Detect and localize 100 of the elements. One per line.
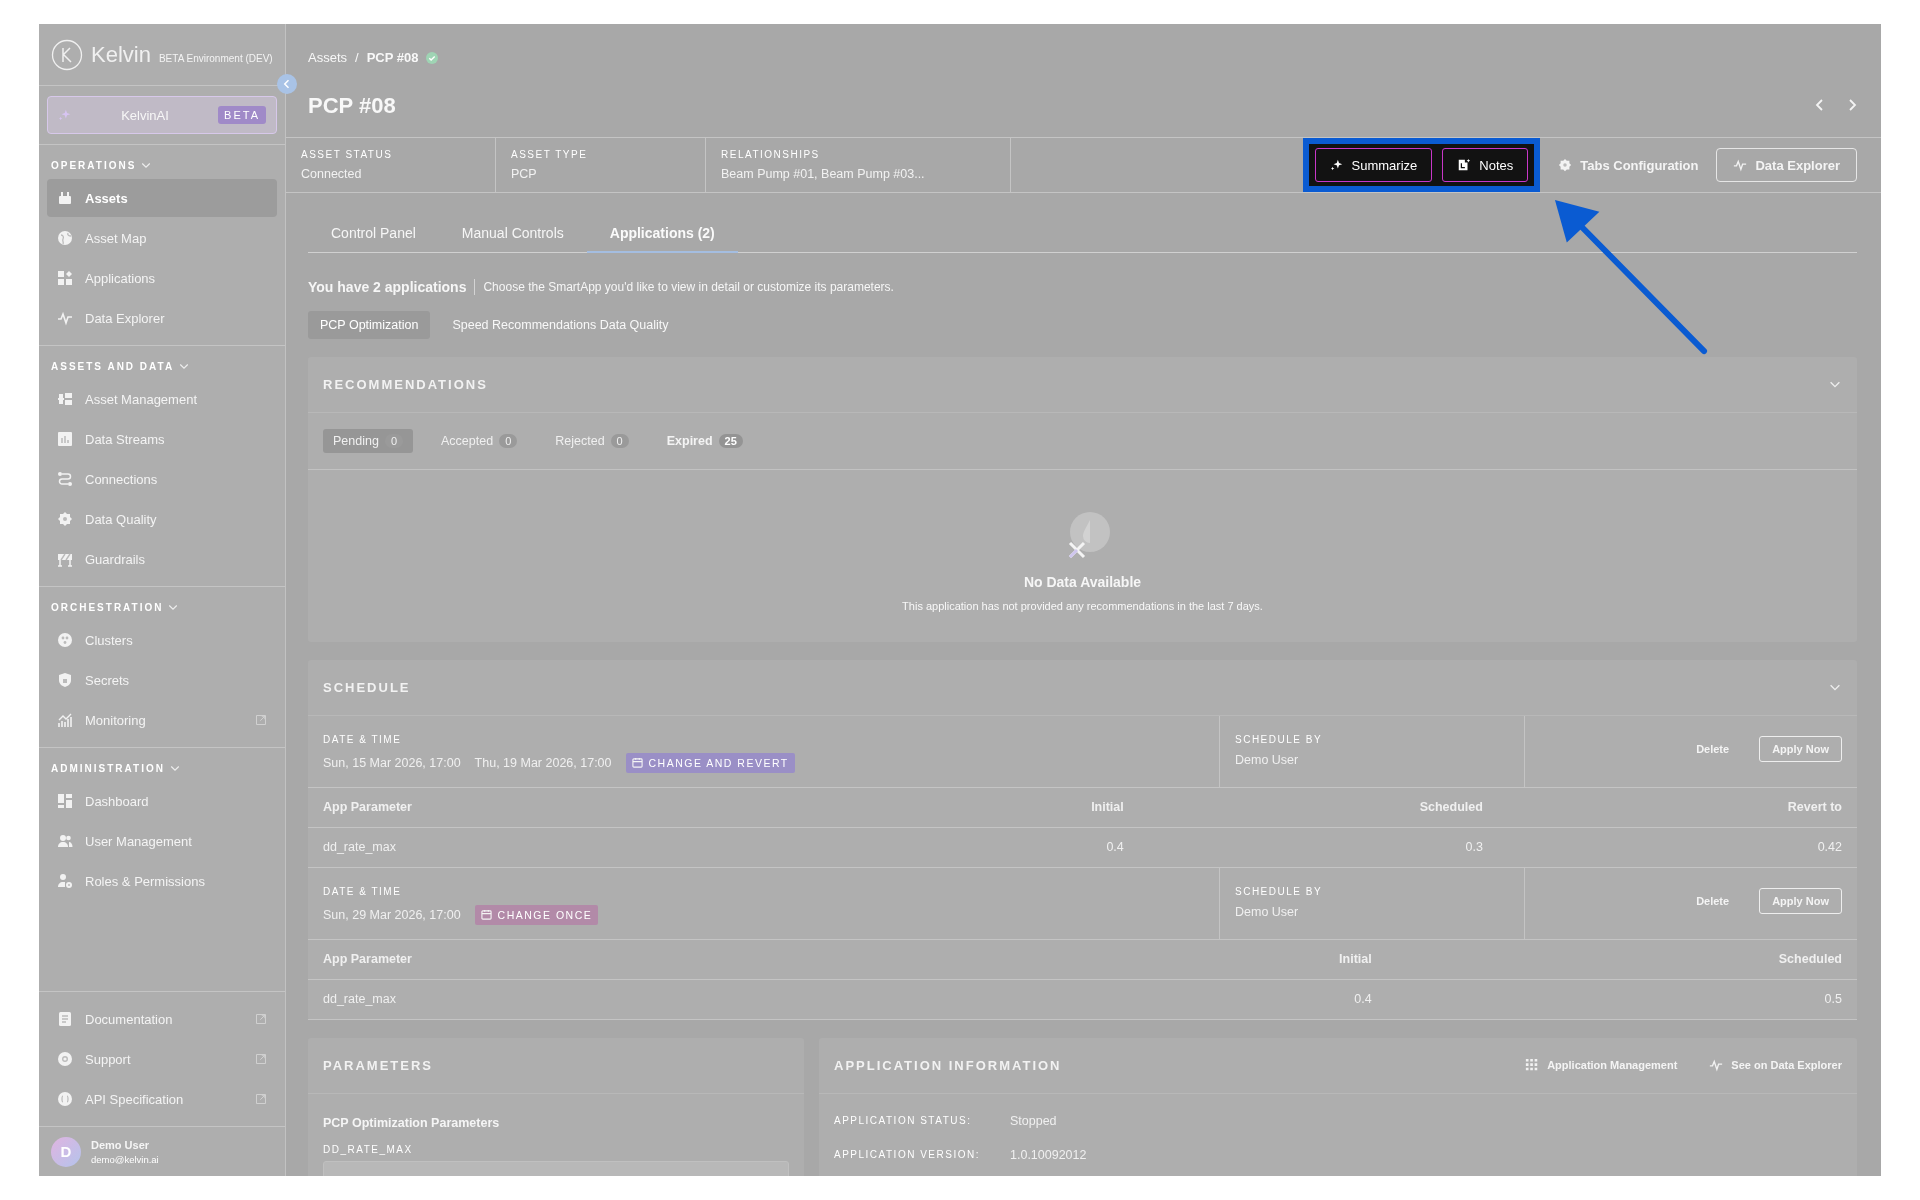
section-header[interactable]: ADMINISTRATION <box>47 756 277 782</box>
sidebar-item[interactable]: Asset Management <box>47 380 277 418</box>
app-tab[interactable]: PCP Optimization <box>308 310 431 339</box>
user-name: Demo User <box>91 1138 151 1151</box>
data-explorer-button[interactable]: Data Explorer <box>1716 148 1857 182</box>
user-avatar: D <box>51 1136 81 1167</box>
sidebar-item[interactable]: User Management <box>47 822 277 860</box>
section-header[interactable]: ORCHESTRATION <box>47 595 277 621</box>
tab[interactable]: Manual Controls <box>438 215 587 253</box>
sidebar-item[interactable]: Data Quality <box>47 500 277 538</box>
sidebar-item[interactable]: Roles & Permissions <box>47 862 277 900</box>
user-email: demo@kelvin.ai <box>91 1153 159 1165</box>
column-header: Initial <box>1338 952 1372 966</box>
logo-icon <box>51 38 83 71</box>
braces-icon <box>57 1091 73 1107</box>
table-cell-text: 0.4 <box>1105 840 1124 854</box>
column-header: Scheduled <box>1418 800 1483 814</box>
table-cell-text: 0.3 <box>1464 840 1483 854</box>
tab[interactable]: Control Panel <box>308 215 439 253</box>
page-title: PCP #08 <box>308 93 397 119</box>
sidebar-item[interactable]: Data Streams <box>47 420 277 458</box>
grid-icon <box>1525 1058 1540 1072</box>
environment-label: BETA Environment (DEV) <box>158 53 273 64</box>
chart-icon <box>57 712 73 728</box>
pulse-icon <box>1709 1058 1724 1072</box>
field-value: Beam Pump #01, Beam Pump #03... <box>721 167 926 181</box>
sidebar-item[interactable]: Support <box>47 1040 277 1078</box>
globe-icon <box>57 230 73 246</box>
ai-action-button[interactable]: Summarize <box>1314 148 1433 182</box>
sidebar-item[interactable]: API Specification <box>47 1080 277 1118</box>
sidebar-item[interactable]: Clusters <box>47 621 277 659</box>
table-cell-text: dd_rate_max <box>323 992 397 1006</box>
sidebar-item[interactable]: Applications <box>47 259 277 297</box>
sidebar-item[interactable]: Secrets <box>47 661 277 699</box>
kelvinai-button[interactable]: KelvinAI BETA <box>47 96 277 134</box>
app-tab[interactable]: Speed Recommendations Data Quality <box>440 310 681 339</box>
logo-text: Kelvin <box>91 41 151 68</box>
ai-action-button[interactable]: Notes <box>1442 148 1529 182</box>
users-icon <box>57 833 73 849</box>
schedule-date: Sun, 15 Mar 2026, 17:00 <box>323 755 461 770</box>
grid-icon <box>57 270 73 286</box>
field-value: Demo User <box>1235 904 1300 919</box>
sparkle-icon <box>1329 158 1344 172</box>
external-link-icon <box>255 1093 267 1105</box>
blocks-icon <box>57 391 73 407</box>
external-link-icon <box>255 714 267 726</box>
panel-link[interactable]: Application Management <box>1525 1058 1678 1072</box>
sidebar-item[interactable]: Assets <box>47 179 277 217</box>
delete-button[interactable]: Delete <box>1690 742 1736 756</box>
schedule-date: Thu, 19 Mar 2026, 17:00 <box>474 755 612 770</box>
schedule-date: Sun, 29 Mar 2026, 17:00 <box>323 907 461 922</box>
collapse-button[interactable] <box>277 74 297 94</box>
user-gear-icon <box>57 873 73 889</box>
schedule-tag: CHANGE ONCE <box>474 904 599 925</box>
sidebar-item[interactable]: Guardrails <box>47 540 277 578</box>
column-header: Revert to <box>1786 800 1842 814</box>
sidebar-item[interactable]: Asset Map <box>47 219 277 257</box>
field-label: SCHEDULE BY <box>1235 885 1324 897</box>
field-label: DD_RATE_MAX <box>322 1142 414 1155</box>
gear-icon <box>1558 158 1573 172</box>
count-badge: 25 <box>718 433 743 448</box>
beta-badge: BETA <box>218 106 266 124</box>
section-header[interactable]: OPERATIONS <box>47 153 277 179</box>
table-cell-text: 0.4 <box>1353 992 1372 1006</box>
shield-icon <box>57 672 73 688</box>
external-link-icon <box>255 1053 267 1065</box>
tab[interactable]: Applications (2) <box>586 215 738 253</box>
sidebar-item[interactable]: Dashboard <box>47 782 277 820</box>
sidebar-item[interactable]: Connections <box>47 460 277 498</box>
lifebuoy-icon <box>57 1051 73 1067</box>
field-label: ASSET STATUS <box>301 149 394 160</box>
panel-link[interactable]: See on Data Explorer <box>1709 1058 1842 1072</box>
column-header: App Parameter <box>323 800 413 814</box>
panel-title: PARAMETERS <box>323 1057 435 1073</box>
calendar-icon <box>57 190 73 206</box>
pulse-icon <box>57 310 73 326</box>
table-cell-text: 0.5 <box>1823 992 1842 1006</box>
sidebar-item[interactable]: Data Explorer <box>47 299 277 337</box>
delete-button[interactable]: Delete <box>1690 894 1736 908</box>
calendar-icon <box>631 757 643 768</box>
field-value: Stopped <box>1010 1113 1057 1128</box>
panel-title: APPLICATION INFORMATION <box>834 1057 1063 1073</box>
breadcrumb-link[interactable]: PCP #08 <box>366 50 419 65</box>
status-filter[interactable]: Expired 25 <box>656 428 753 453</box>
field-value: Connected <box>301 167 363 181</box>
sidebar-item[interactable]: Documentation <box>47 1000 277 1038</box>
breadcrumb-link[interactable]: Assets <box>308 50 347 65</box>
field-value: Demo User <box>1235 752 1300 767</box>
tabs-configuration-button[interactable]: Tabs Configuration <box>1558 157 1699 173</box>
route-icon <box>57 471 73 487</box>
apply-now-button[interactable]: Apply Now <box>1759 888 1842 914</box>
sparkle-icon <box>58 108 72 122</box>
note-sparkle-icon <box>1457 158 1472 172</box>
column-header: Initial <box>1090 800 1124 814</box>
sidebar-item[interactable]: Monitoring <box>47 701 277 739</box>
count-badge: 0 <box>499 433 518 448</box>
table-cell-text: dd_rate_max <box>323 840 397 854</box>
section-header[interactable]: ASSETS AND DATA <box>47 354 277 380</box>
apply-now-button[interactable]: Apply Now <box>1759 736 1842 762</box>
external-link-icon <box>255 1013 267 1025</box>
